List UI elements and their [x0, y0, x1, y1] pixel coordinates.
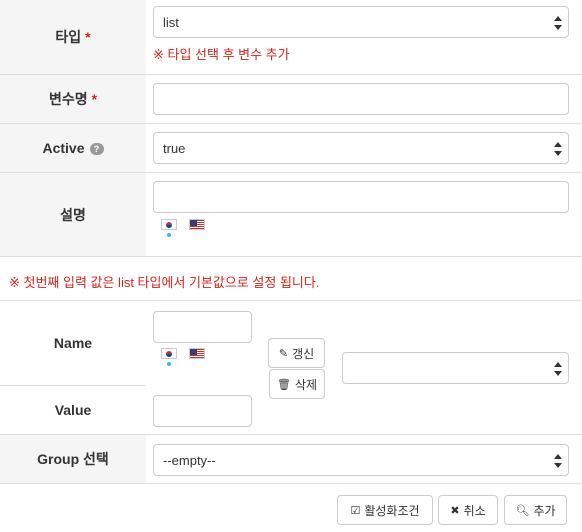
active-select-value: true: [163, 140, 186, 156]
select-arrows-icon: [554, 453, 562, 469]
list-note: ※ 첫번째 입력 값은 list 타입에서 기본값으로 설정 됩니다.: [9, 275, 320, 290]
type-label: 타입 *: [0, 0, 146, 74]
active-language-dot: [167, 233, 171, 237]
select-arrows-icon: [554, 141, 562, 157]
flag-us-icon[interactable]: [189, 219, 205, 230]
type-note: ※ 타입 선택 후 변수 추가: [153, 47, 290, 62]
close-icon: ✖: [450, 504, 460, 517]
activate-condition-button[interactable]: ☑ 활성화조건: [337, 495, 433, 525]
active-row: Active? true: [0, 124, 582, 173]
type-row: 타입 * list ※ 타입 선택 후 변수 추가: [0, 0, 582, 75]
cancel-button[interactable]: ✖ 취소: [438, 495, 498, 525]
flag-kr-icon[interactable]: [161, 348, 177, 359]
group-select-value: --empty--: [163, 452, 216, 468]
help-icon[interactable]: ?: [89, 143, 104, 155]
description-input[interactable]: [153, 181, 569, 213]
varname-label: 변수명 *: [0, 75, 146, 123]
select-arrows-icon: [554, 361, 562, 377]
varname-row: 변수명 *: [0, 75, 582, 124]
select-arrows-icon: [554, 15, 562, 31]
type-select[interactable]: list: [153, 6, 569, 38]
search-icon: 🔍︎: [515, 504, 530, 517]
type-select-value: list: [163, 14, 179, 30]
name-input[interactable]: [153, 311, 252, 343]
group-row: Group 선택 --empty--: [0, 435, 582, 484]
flag-us-icon[interactable]: [189, 348, 205, 359]
edit-icon: ✎: [278, 347, 289, 360]
varname-input[interactable]: [153, 83, 569, 115]
name-label: Name: [0, 301, 146, 386]
description-label: 설명: [0, 173, 146, 256]
add-button[interactable]: 🔍︎ 추가: [504, 495, 567, 525]
description-row: 설명: [0, 173, 582, 257]
list-values-select[interactable]: [342, 352, 569, 384]
value-input[interactable]: [153, 395, 252, 427]
value-label: Value: [0, 386, 146, 434]
group-label: Group 선택: [0, 435, 146, 483]
required-mark: *: [91, 91, 98, 107]
required-mark: *: [85, 29, 91, 45]
active-select[interactable]: true: [153, 132, 569, 164]
delete-button[interactable]: 🗑 삭제: [269, 369, 325, 399]
check-square-icon: ☑: [350, 504, 361, 517]
active-language-dot: [167, 362, 171, 366]
group-select[interactable]: --empty--: [153, 444, 569, 476]
update-button[interactable]: ✎ 갱신: [268, 338, 325, 368]
flag-kr-icon[interactable]: [161, 219, 177, 230]
active-label: Active?: [0, 124, 146, 172]
trash-icon: 🗑: [276, 378, 291, 391]
name-value-block: Name Value ✎ 갱신 🗑 삭제: [0, 300, 582, 435]
